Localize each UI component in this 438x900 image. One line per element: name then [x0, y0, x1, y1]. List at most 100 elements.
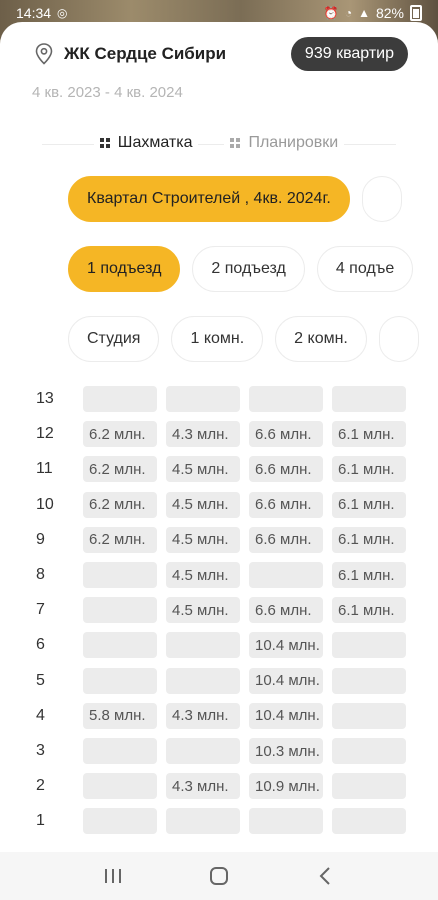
system-nav-bar: [0, 852, 438, 900]
chip-entrance-2[interactable]: 2 подъезд: [192, 246, 305, 292]
floor-row: 11 6.2 млн. 4.5 млн. 6.6 млн. 6.1 млн.: [0, 456, 438, 483]
apartment-cell[interactable]: 10.4 млн.: [249, 632, 323, 659]
apartment-cell[interactable]: 4.5 млн.: [166, 456, 240, 483]
floor-number: 8: [36, 566, 45, 583]
tab-layouts[interactable]: Планировки: [224, 130, 345, 156]
apartment-cell[interactable]: [83, 667, 157, 694]
apartment-cell[interactable]: [332, 632, 406, 659]
apartment-cell[interactable]: 6.6 млн.: [249, 491, 323, 518]
recent-apps-icon: [105, 869, 121, 883]
back-button[interactable]: [305, 860, 345, 892]
apartment-cell[interactable]: [249, 386, 323, 412]
grid-icon: [230, 138, 241, 148]
apartment-cell[interactable]: 6.1 млн.: [332, 597, 406, 624]
chip-entrance-1[interactable]: 1 подъезд: [68, 246, 181, 292]
apartment-cell[interactable]: 4.5 млн.: [166, 491, 240, 518]
tab-label: Планировки: [248, 134, 339, 151]
tab-chessboard[interactable]: Шахматка: [93, 130, 199, 156]
apartment-cell[interactable]: 4.5 млн.: [166, 526, 240, 553]
recent-apps-button[interactable]: [93, 860, 133, 892]
floor-row: 4 5.8 млн. 4.3 млн. 10.4 млн.: [0, 702, 438, 729]
apartment-cell[interactable]: [83, 738, 157, 764]
floor-row: 1: [0, 808, 438, 835]
floor-number: 4: [36, 706, 45, 724]
apartment-cell[interactable]: [332, 773, 406, 800]
floor-number: 13: [36, 390, 54, 407]
apartment-cell[interactable]: 10.9 млн.: [249, 773, 323, 800]
apartment-cell[interactable]: [166, 738, 240, 764]
apartment-cell[interactable]: [166, 808, 240, 835]
floor-row: 6 10.4 млн.: [0, 632, 438, 659]
apartment-cell[interactable]: 10.4 млн.: [249, 667, 323, 694]
floor-number: 5: [36, 671, 45, 689]
apartment-cell[interactable]: [83, 597, 157, 624]
apartment-cell[interactable]: 6.1 млн.: [332, 491, 406, 518]
chip-1-room[interactable]: 1 комн.: [171, 316, 264, 362]
entrance-filter-row: 1 подъезд 2 подъезд 4 подъе: [68, 246, 414, 292]
apartment-cell[interactable]: [83, 562, 157, 588]
apartment-cell[interactable]: 4.3 млн.: [166, 773, 240, 800]
apartment-cell[interactable]: [332, 702, 406, 729]
apartment-cell[interactable]: [332, 808, 406, 835]
apartment-cell[interactable]: 6.2 млн.: [83, 526, 157, 553]
location-pin-icon: [34, 42, 54, 66]
floor-number: 3: [36, 742, 45, 759]
chip-quarter[interactable]: Квартал Строителей , 4кв. 2024г.: [68, 176, 350, 222]
floor-number: 9: [36, 530, 45, 548]
apartment-cell[interactable]: 6.2 млн.: [83, 421, 157, 448]
apartment-cell[interactable]: 5.8 млн.: [83, 702, 157, 729]
quarter-filter-row: Квартал Строителей , 4кв. 2024г.: [68, 176, 402, 222]
apartment-cell[interactable]: 6.1 млн.: [332, 421, 406, 448]
home-button[interactable]: [199, 860, 239, 892]
apartment-cell[interactable]: 6.2 млн.: [83, 491, 157, 518]
apartment-cell[interactable]: [166, 667, 240, 694]
apartment-cell[interactable]: [332, 386, 406, 412]
apartment-cell[interactable]: [83, 808, 157, 835]
battery-icon: [410, 5, 422, 21]
apartment-cell[interactable]: [332, 738, 406, 764]
apartment-cell[interactable]: [83, 386, 157, 412]
apartment-cell[interactable]: 4.5 млн.: [166, 562, 240, 588]
floor-number: 11: [36, 460, 53, 478]
complex-title: ЖК Сердце Сибири: [64, 44, 227, 63]
chip-studio[interactable]: Студия: [68, 316, 160, 362]
apartment-cell[interactable]: [166, 632, 240, 659]
floor-row: 12 6.2 млн. 4.3 млн. 6.6 млн. 6.1 млн.: [0, 421, 438, 448]
apartment-cell[interactable]: 6.1 млн.: [332, 526, 406, 553]
apartment-cell[interactable]: [249, 562, 323, 588]
apartment-cell[interactable]: 6.6 млн.: [249, 421, 323, 448]
apartment-cell[interactable]: 6.1 млн.: [332, 456, 406, 483]
back-icon: [319, 867, 330, 885]
alarm-icon: ⏰: [323, 6, 339, 20]
apartment-cell[interactable]: 6.6 млн.: [249, 526, 323, 553]
apartment-cell[interactable]: [249, 808, 323, 835]
construction-dates: 4 кв. 2023 - 4 кв. 2024: [32, 84, 183, 101]
apartment-cell[interactable]: 6.6 млн.: [249, 456, 323, 483]
apartment-cell[interactable]: 6.6 млн.: [249, 597, 323, 624]
floor-row: 13: [0, 386, 438, 412]
apartment-cell[interactable]: 4.3 млн.: [166, 421, 240, 448]
floor-row: 8 4.5 млн. 6.1 млн.: [0, 562, 438, 588]
apartment-cell[interactable]: 6.1 млн.: [332, 562, 406, 588]
apartment-cell[interactable]: 4.5 млн.: [166, 597, 240, 624]
apartment-cell[interactable]: [332, 667, 406, 694]
header: ЖК Сердце Сибири 939 квартир: [34, 36, 408, 72]
battery-level: 82%: [375, 5, 404, 21]
chip-2-room[interactable]: 2 комн.: [275, 316, 367, 362]
signal-icon: ▲: [358, 6, 370, 20]
apartment-cell[interactable]: 10.3 млн.: [249, 738, 323, 764]
floor-number: 10: [36, 495, 54, 513]
bottom-sheet: ЖК Сердце Сибири 939 квартир 4 кв. 2023 …: [0, 22, 438, 852]
apartment-cell[interactable]: 10.4 млн.: [249, 702, 323, 729]
apartment-cell[interactable]: [83, 632, 157, 659]
chip-more-rooms[interactable]: [378, 316, 419, 362]
chip-entrance-4[interactable]: 4 подъе: [316, 246, 414, 292]
apartment-cell[interactable]: [166, 386, 240, 412]
apartment-cell[interactable]: [83, 773, 157, 800]
apartments-count-badge[interactable]: 939 квартир: [290, 37, 408, 71]
notification-icon: ◎: [57, 6, 68, 20]
floor-row: 5 10.4 млн.: [0, 667, 438, 694]
apartment-cell[interactable]: 6.2 млн.: [83, 456, 157, 483]
chip-quarter-next[interactable]: [361, 176, 402, 222]
apartment-cell[interactable]: 4.3 млн.: [166, 702, 240, 729]
